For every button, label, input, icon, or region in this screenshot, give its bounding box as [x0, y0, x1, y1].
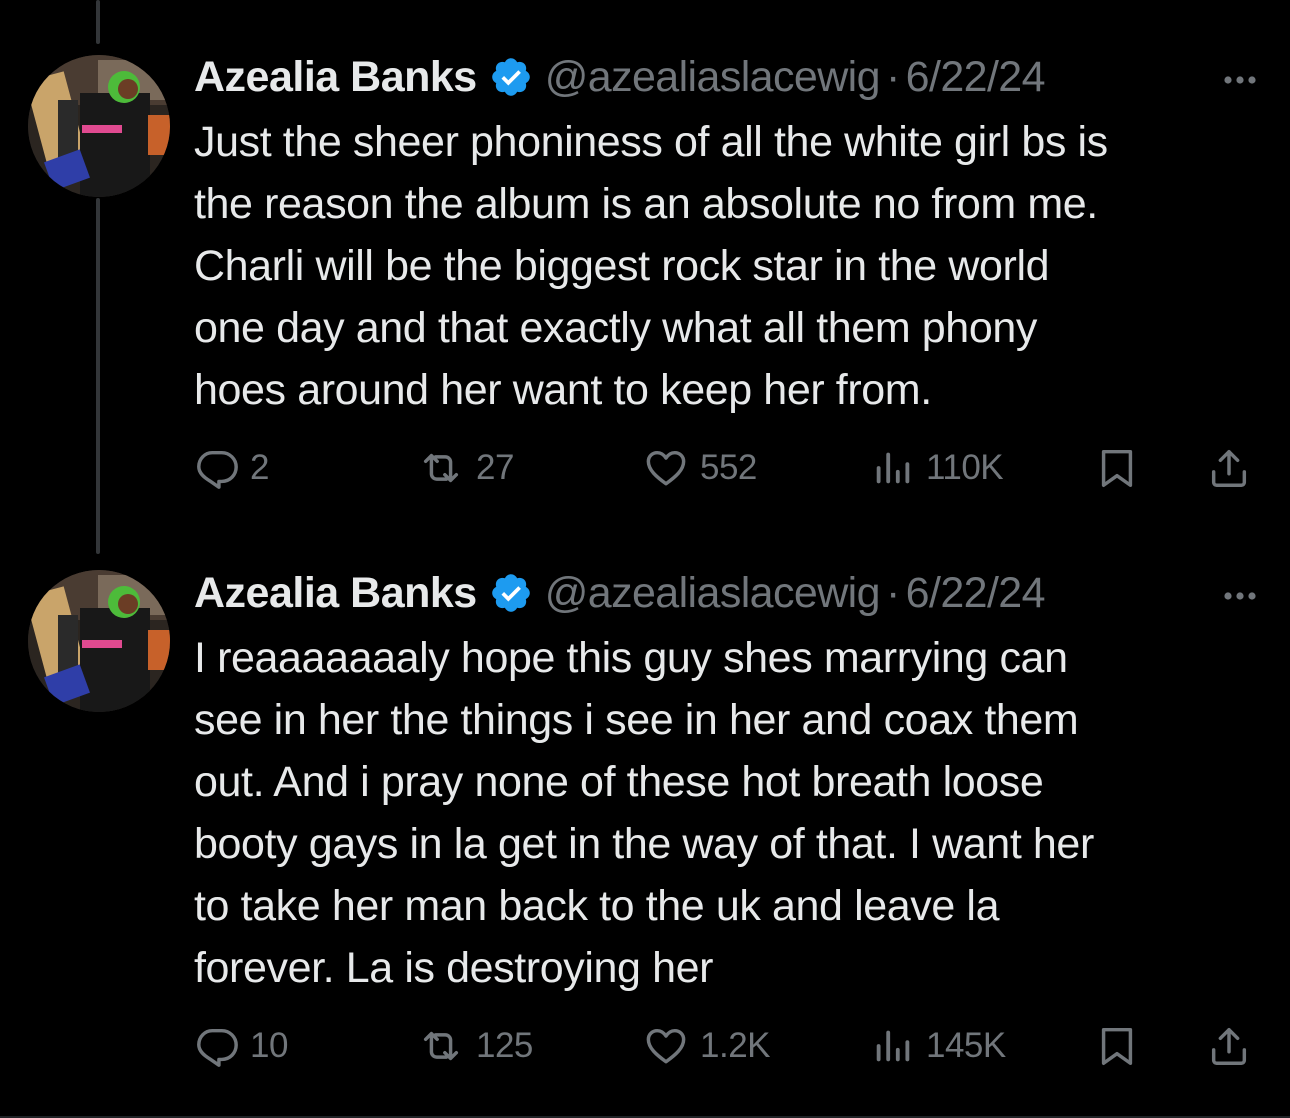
reply-count: 10: [250, 1026, 288, 1065]
repost-count: 125: [476, 1026, 533, 1065]
tweet-date[interactable]: 6/22/24: [906, 569, 1046, 618]
like-button[interactable]: 552: [642, 442, 757, 494]
tweet-text-line: Just the sheer phoniness of all the whit…: [194, 118, 1108, 166]
bookmark-icon: [1101, 449, 1133, 487]
like-count: 552: [700, 448, 757, 487]
like-count: 1.2K: [700, 1026, 771, 1065]
more-options-icon[interactable]: [1220, 576, 1260, 606]
tweet-text-line: to take her man back to the uk and leave…: [194, 882, 1000, 930]
tweet-text-line: out. And i pray none of these hot breath…: [194, 758, 1044, 806]
views-count: 145K: [926, 1026, 1006, 1065]
tweet-text-line: Charli will be the biggest rock star in …: [194, 242, 1050, 290]
views-button[interactable]: 145K: [870, 1020, 1006, 1072]
author-name[interactable]: Azealia Banks: [194, 569, 477, 618]
author-name[interactable]: Azealia Banks: [194, 53, 477, 102]
tweet-text-line: I reaaaaaaaly hope this guy shes marryin…: [194, 634, 1068, 682]
bookmark-button[interactable]: [1094, 442, 1140, 494]
verified-badge-icon[interactable]: [489, 55, 533, 99]
author-handle[interactable]: @azealiaslacewig: [545, 569, 881, 618]
avatar[interactable]: [28, 55, 170, 197]
heart-icon: [646, 1028, 686, 1064]
tweet-text-line: forever. La is destroying her: [194, 944, 714, 992]
tweet-header: Azealia Banks @azealiaslacewig · 6/22/24: [194, 568, 1260, 618]
tweet-text-line: the reason the album is an absolute no f…: [194, 180, 1098, 228]
bookmark-button[interactable]: [1094, 1020, 1140, 1072]
reply-icon: [197, 1028, 238, 1067]
avatar[interactable]: [28, 570, 170, 712]
tweet-text: Just the sheer phoniness of all the whit…: [194, 111, 1264, 421]
tweet-header: Azealia Banks @azealiaslacewig · 6/22/24: [194, 52, 1260, 102]
tweet-text-line: booty gays in la get in the way of that.…: [194, 820, 1094, 868]
avatar-image: [28, 55, 170, 197]
tweet[interactable]: Azealia Banks @azealiaslacewig · 6/22/24…: [0, 0, 1290, 540]
reply-button[interactable]: 10: [194, 1020, 288, 1072]
reply-count: 2: [250, 448, 269, 487]
tweet-actions: 2 27 552 110K: [194, 442, 1264, 494]
share-button[interactable]: [1206, 442, 1252, 494]
views-chart-icon: [876, 452, 910, 484]
tweet-text: I reaaaaaaaly hope this guy shes marryin…: [194, 627, 1264, 999]
tweet[interactable]: Azealia Banks @azealiaslacewig · 6/22/24…: [0, 540, 1290, 1118]
reply-button[interactable]: 2: [194, 442, 269, 494]
repost-icon: [423, 1031, 459, 1061]
views-button[interactable]: 110K: [870, 442, 1004, 494]
like-button[interactable]: 1.2K: [642, 1020, 771, 1072]
views-chart-icon: [876, 1030, 910, 1062]
author-handle[interactable]: @azealiaslacewig: [545, 53, 881, 102]
share-icon: [1211, 1027, 1247, 1065]
tweet-text-line: one day and that exactly what all them p…: [194, 304, 1037, 352]
verified-badge-icon[interactable]: [489, 571, 533, 615]
repost-button[interactable]: 27: [416, 442, 514, 494]
meta-separator: ·: [885, 568, 900, 617]
tweet-text-line: hoes around her want to keep her from.: [194, 366, 932, 414]
bookmark-icon: [1101, 1027, 1133, 1065]
repost-button[interactable]: 125: [416, 1020, 533, 1072]
heart-icon: [646, 450, 686, 486]
repost-icon: [423, 453, 459, 483]
avatar-image: [28, 570, 170, 712]
share-button[interactable]: [1206, 1020, 1252, 1072]
views-count: 110K: [926, 448, 1004, 487]
tweet-actions: 10 125 1.2K 145K: [194, 1020, 1264, 1072]
tweet-text-line: see in her the things i see in her and c…: [194, 696, 1079, 744]
tweet-date[interactable]: 6/22/24: [906, 53, 1046, 102]
repost-count: 27: [476, 448, 514, 487]
share-icon: [1211, 449, 1247, 487]
more-options-icon[interactable]: [1220, 60, 1260, 90]
reply-icon: [197, 450, 238, 489]
meta-separator: ·: [885, 52, 900, 101]
